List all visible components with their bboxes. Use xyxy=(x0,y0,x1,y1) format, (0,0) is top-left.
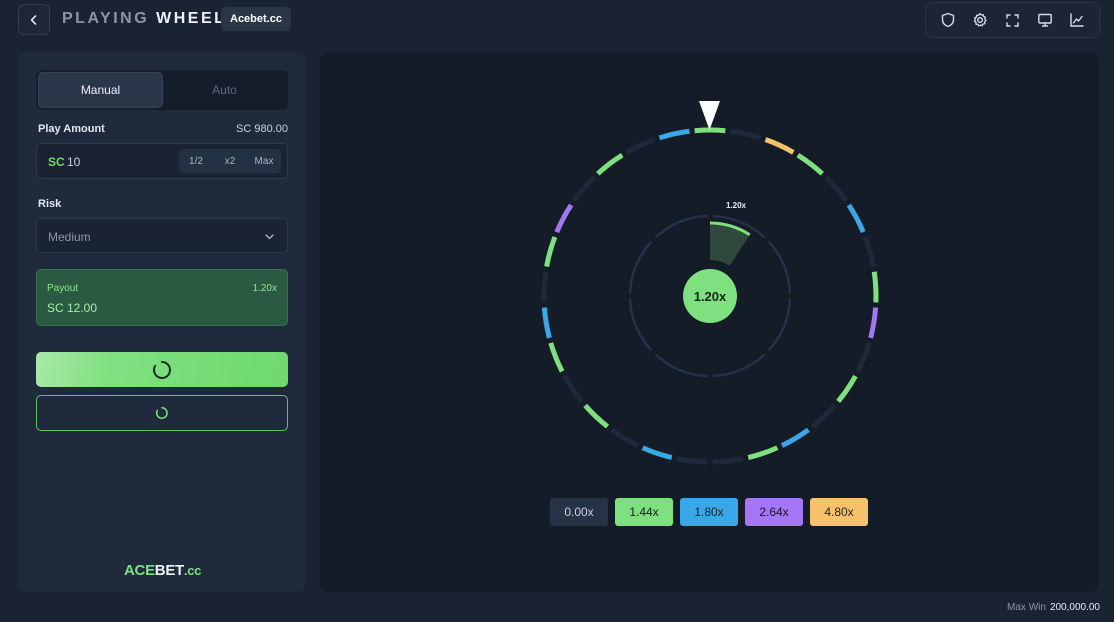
loading-spinner-icon xyxy=(155,407,168,419)
inner-ring-segment xyxy=(654,214,708,239)
wheel-segment xyxy=(730,128,762,141)
risk-selected-value: Medium xyxy=(48,230,91,244)
wheel-segment xyxy=(658,128,690,141)
wheel-segment xyxy=(548,342,565,373)
wheel-segment xyxy=(747,445,779,460)
inner-ring-segment xyxy=(628,240,653,294)
currency-label: SC xyxy=(48,155,65,169)
risk-select[interactable]: Medium xyxy=(36,218,288,253)
tab-auto[interactable]: Auto xyxy=(163,72,286,108)
wheel-segment xyxy=(764,137,795,155)
wheel-segment xyxy=(541,307,552,339)
page-title: PLAYING WHEEL xyxy=(62,10,226,28)
legend-chip: 1.44x xyxy=(615,498,673,526)
wheel-segment xyxy=(554,203,574,234)
inner-ring-segment xyxy=(712,353,766,378)
wheel-segment xyxy=(694,127,726,134)
tab-manual[interactable]: Manual xyxy=(38,72,163,108)
wheel-segment xyxy=(846,203,866,234)
inner-ring-segment xyxy=(767,298,792,352)
monitor-icon[interactable] xyxy=(1034,9,1056,31)
wheel-graphic: 1.20x 1.20x xyxy=(541,101,879,465)
wheel-segment xyxy=(855,342,872,373)
toolbar xyxy=(925,2,1100,38)
wheel-segment xyxy=(572,175,596,203)
controls-panel: Manual Auto Play Amount SC 980.00 SC 10 … xyxy=(18,52,306,592)
wheel-segment xyxy=(625,137,656,155)
half-button[interactable]: 1/2 xyxy=(179,149,213,173)
payout-display: Payout 1.20x SC 12.00 xyxy=(36,269,288,326)
wheel-segment xyxy=(712,456,744,465)
wheel-segment xyxy=(780,427,810,448)
wheel-segment xyxy=(676,456,708,465)
amount-value[interactable]: 10 xyxy=(67,155,80,169)
wheel-segment xyxy=(871,271,879,303)
legend-chip: 1.80x xyxy=(680,498,738,526)
wheel-segment xyxy=(868,307,879,339)
wheel-segment xyxy=(824,175,848,203)
payout-multiplier: 1.20x xyxy=(252,283,277,294)
amount-modifiers: 1/2 x2 Max xyxy=(179,149,281,173)
balance-value: SC 980.00 xyxy=(236,123,288,135)
sector-multiplier-label: 1.20x xyxy=(726,201,747,210)
payout-value: SC 12.00 xyxy=(47,301,98,315)
legend-chip: 4.80x xyxy=(810,498,868,526)
chevron-down-icon xyxy=(265,234,274,240)
chart-icon[interactable] xyxy=(1066,9,1088,31)
inner-ring-segment xyxy=(767,240,792,294)
wheel-segment xyxy=(544,236,558,268)
wheel-segment xyxy=(596,152,624,176)
multiplier-legend: 0.00x 1.44x 1.80x 2.64x 4.80x xyxy=(550,498,868,526)
wheel-pointer xyxy=(699,101,720,130)
wheel-segment xyxy=(610,427,640,448)
center-multiplier: 1.20x xyxy=(694,289,727,304)
wheel-segment xyxy=(641,445,673,460)
shield-icon[interactable] xyxy=(937,9,959,31)
max-win-value: 200,000.00 xyxy=(1049,602,1100,613)
double-button[interactable]: x2 xyxy=(213,149,247,173)
wheel-segment xyxy=(836,374,858,404)
wheel-segment xyxy=(810,403,837,429)
loading-spinner-icon xyxy=(153,360,171,379)
play-button[interactable] xyxy=(36,352,288,387)
chevron-left-icon xyxy=(30,14,37,25)
wheel-segment xyxy=(583,403,610,429)
legend-chip: 2.64x xyxy=(745,498,803,526)
play-amount-input[interactable]: SC 10 1/2 x2 Max xyxy=(36,143,288,179)
inner-ring-segment xyxy=(654,353,708,378)
gear-icon[interactable] xyxy=(969,9,991,31)
autoplay-button[interactable] xyxy=(36,395,288,431)
max-win: Max Win 200,000.00 xyxy=(1007,602,1100,613)
play-amount-label: Play Amount xyxy=(38,123,105,135)
game-area: 1.20x 1.20x 0.00x 1.44x 1.80x 2.64x 4.80… xyxy=(320,52,1099,592)
acebet-logo: ACEBET.cc xyxy=(124,562,202,579)
inner-ring-segment xyxy=(628,298,653,352)
title-part2: WHEEL xyxy=(156,10,227,27)
max-win-label: Max Win xyxy=(1007,602,1046,613)
wheel-segment xyxy=(541,271,549,303)
wheel-segment xyxy=(796,152,824,176)
brand-badge: Acebet.cc xyxy=(221,7,291,31)
fullscreen-icon[interactable] xyxy=(1001,9,1023,31)
title-part1: PLAYING xyxy=(62,10,150,27)
back-button[interactable] xyxy=(18,4,50,35)
wheel-segment xyxy=(862,236,876,268)
mode-tabs: Manual Auto xyxy=(36,70,288,110)
legend-chip: 0.00x xyxy=(550,498,608,526)
payout-label: Payout xyxy=(47,283,79,294)
max-button[interactable]: Max xyxy=(247,149,281,173)
risk-label: Risk xyxy=(38,198,62,210)
wheel-segment xyxy=(562,374,584,404)
